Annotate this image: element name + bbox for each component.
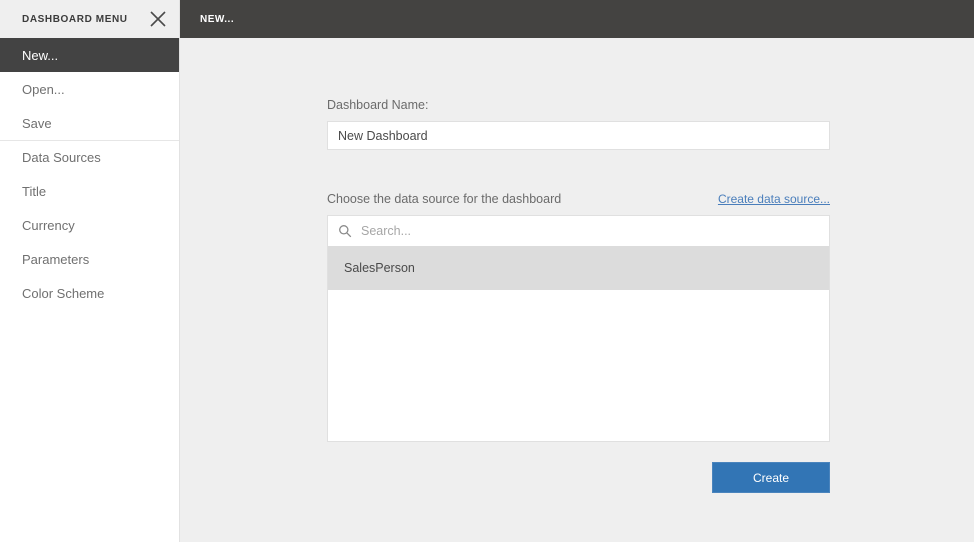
sidebar-item-currency[interactable]: Currency — [0, 208, 179, 242]
create-data-source-link[interactable]: Create data source... — [718, 192, 830, 206]
main-panel: NEW... Dashboard Name: Choose the data s… — [180, 0, 974, 542]
top-bar: NEW... — [180, 0, 974, 38]
data-source-list: SalesPerson — [328, 246, 829, 441]
sidebar-item-color-scheme[interactable]: Color Scheme — [0, 276, 179, 310]
list-item[interactable]: SalesPerson — [328, 246, 829, 290]
new-dashboard-form: Dashboard Name: Choose the data source f… — [327, 98, 830, 493]
dashboard-designer-window: DASHBOARD MENU New... Open... Save Data … — [0, 0, 974, 542]
dashboard-name-input[interactable] — [327, 121, 830, 150]
sidebar-item-new[interactable]: New... — [0, 38, 179, 72]
datasource-hint-label: Choose the data source for the dashboard — [327, 192, 562, 206]
dashboard-name-label: Dashboard Name: — [327, 98, 429, 112]
sidebar-item-label: Save — [22, 115, 52, 131]
sidebar-item-label: Parameters — [22, 251, 90, 267]
sidebar-title: DASHBOARD MENU — [22, 13, 128, 25]
tab-new[interactable]: NEW... — [200, 14, 234, 25]
search-icon — [338, 224, 352, 238]
form-actions: Create — [327, 462, 830, 493]
sidebar-header: DASHBOARD MENU — [0, 0, 179, 38]
sidebar-item-open[interactable]: Open... — [0, 72, 179, 106]
data-source-label: SalesPerson — [344, 261, 415, 275]
sidebar-item-label: Color Scheme — [22, 285, 105, 301]
data-source-picker: SalesPerson — [327, 215, 830, 442]
datasource-header-row: Choose the data source for the dashboard… — [327, 192, 830, 206]
sidebar-item-parameters[interactable]: Parameters — [0, 242, 179, 276]
sidebar-menu-list: New... Open... Save Data Sources Title C… — [0, 38, 179, 310]
sidebar-item-label: Open... — [22, 81, 65, 97]
search-input[interactable] — [361, 224, 819, 238]
dashboard-menu-sidebar: DASHBOARD MENU New... Open... Save Data … — [0, 0, 180, 542]
sidebar-item-data-sources[interactable]: Data Sources — [0, 140, 179, 174]
sidebar-item-title[interactable]: Title — [0, 174, 179, 208]
sidebar-item-save[interactable]: Save — [0, 106, 179, 140]
sidebar-item-label: Data Sources — [22, 150, 101, 165]
content-area: Dashboard Name: Choose the data source f… — [180, 38, 974, 542]
sidebar-item-label: Title — [22, 183, 47, 199]
close-icon[interactable] — [147, 8, 169, 30]
create-button[interactable]: Create — [712, 462, 830, 493]
sidebar-item-label: Currency — [22, 217, 75, 233]
search-row — [328, 216, 829, 246]
sidebar-item-label: New... — [22, 47, 59, 63]
